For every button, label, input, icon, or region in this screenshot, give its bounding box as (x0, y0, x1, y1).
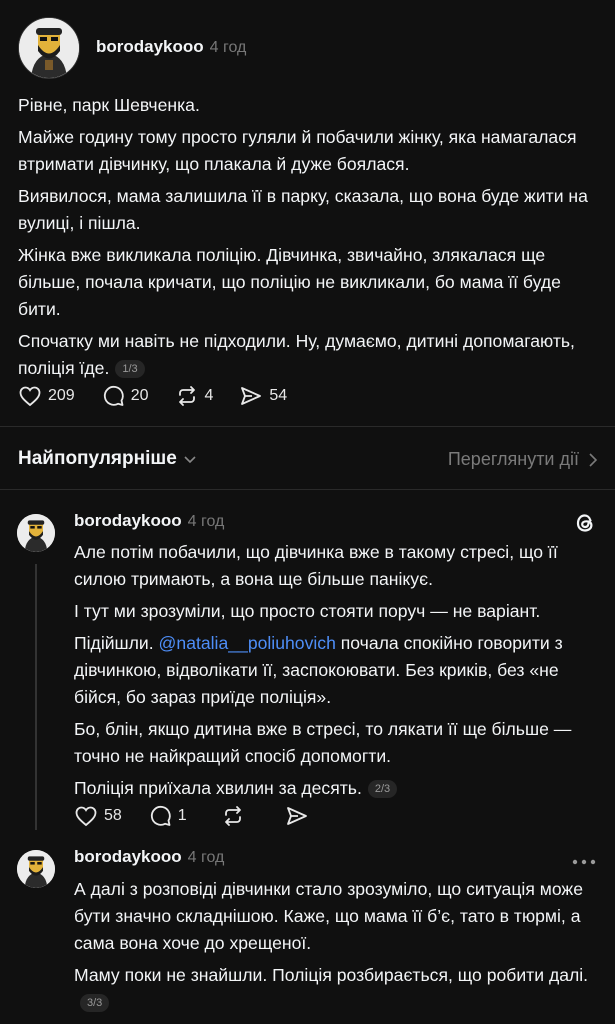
like-count: 209 (48, 387, 75, 404)
repost-icon (224, 806, 241, 826)
share-icon (286, 807, 307, 825)
like-button[interactable]: 209 (18, 384, 75, 408)
post-paragraph: Виявилося, мама залишила її в парку, ска… (18, 186, 588, 233)
reply-paragraph: Поліція приїхала хвилин за десять. 2/3 (74, 775, 604, 802)
avatar-image (19, 18, 79, 78)
repost-button[interactable]: 4 (175, 384, 214, 408)
like-button[interactable]: 58 (74, 804, 122, 828)
post-paragraph-last: Спочатку ми навіть не підходили. Ну, дум… (18, 328, 603, 382)
reply-paragraph: А далі з розповіді дівчинки стало зрозум… (74, 879, 583, 953)
repost-icon (178, 386, 195, 406)
sort-dropdown[interactable]: Найпопулярніше (18, 448, 197, 470)
repost-count: 4 (204, 387, 214, 404)
share-button[interactable] (285, 804, 315, 828)
threads-logo-icon[interactable] (572, 510, 598, 541)
username[interactable]: borodaykooo (96, 37, 204, 56)
chevron-down-icon (184, 456, 196, 464)
view-activity-link[interactable]: Переглянути дії (448, 449, 599, 470)
reply-body: Але потім побачили, що дівчинка вже в та… (74, 539, 604, 807)
reply-text: Поліція приїхала хвилин за десять. (74, 778, 362, 798)
post-paragraph: Майже годину тому просто гуляли й побачи… (18, 127, 577, 174)
comment-count: 20 (130, 387, 149, 404)
timestamp: 4 год (187, 849, 225, 866)
comment-icon (150, 805, 171, 826)
reply-paragraph: Але потім побачили, що дівчинка вже в та… (74, 542, 558, 589)
more-icon[interactable] (571, 853, 597, 871)
divider (0, 489, 615, 490)
comment-count: 1 (177, 807, 187, 824)
reply-text: Підійшли. (74, 633, 159, 653)
share-icon (241, 387, 262, 405)
heart-icon (75, 806, 97, 827)
thread-pager: 1/3 (115, 360, 145, 378)
like-count: 58 (104, 807, 122, 824)
reply-header: borodaykooo 4 год (74, 511, 224, 531)
username[interactable]: borodaykooo (74, 511, 182, 530)
comment-icon (103, 385, 124, 406)
reply-header: borodaykooo 4 год (74, 847, 224, 867)
post-body: Рівне, парк Шевченка. Майже годину тому … (18, 92, 603, 387)
timestamp: 4 год (209, 39, 247, 56)
repost-button[interactable] (221, 804, 251, 828)
chevron-right-icon (589, 452, 598, 467)
divider (0, 426, 615, 427)
heart-icon (19, 386, 41, 407)
reply-paragraph: Підійшли. @natalia__poliuhovich почала с… (74, 630, 604, 711)
avatar-image (17, 850, 55, 888)
post-text: Спочатку ми навіть не підходили. Ну, дум… (18, 331, 575, 378)
reply-body: А далі з розповіді дівчинки стало зрозум… (74, 876, 604, 1021)
thread-line (35, 564, 37, 830)
post-paragraph: Жінка вже викликала поліцію. Дівчинка, з… (18, 245, 561, 319)
username[interactable]: borodaykooo (74, 847, 182, 866)
reply-actions: 58 1 (74, 804, 341, 828)
reply-text: Маму поки не знайшли. Поліція розбираєть… (74, 965, 589, 985)
reply-paragraph: І тут ми зрозуміли, що просто стояти пор… (74, 601, 541, 621)
sort-label: Найпопулярніше (18, 448, 177, 469)
reply-paragraph: Маму поки не знайшли. Поліція розбираєть… (74, 962, 604, 1016)
share-button[interactable]: 54 (239, 384, 287, 408)
post-paragraph: Рівне, парк Шевченка. (18, 95, 200, 115)
post-header: borodaykooo 4 год (96, 37, 246, 57)
timestamp: 4 год (187, 513, 225, 530)
avatar[interactable] (18, 17, 80, 79)
mention-link[interactable]: @natalia__poliuhovich (159, 633, 336, 653)
view-activity-label: Переглянути дії (447, 449, 579, 469)
avatar[interactable] (17, 850, 55, 888)
thread-pager: 3/3 (80, 994, 110, 1012)
reply-paragraph: Бо, блін, якщо дитина вже в стресі, то л… (74, 719, 572, 766)
share-count: 54 (269, 387, 288, 404)
avatar[interactable] (17, 514, 55, 552)
comment-button[interactable]: 1 (148, 804, 187, 828)
avatar-image (17, 514, 55, 552)
comment-button[interactable]: 20 (101, 384, 149, 408)
post-actions: 209 20 4 54 (18, 384, 313, 408)
thread-pager: 2/3 (367, 780, 398, 798)
